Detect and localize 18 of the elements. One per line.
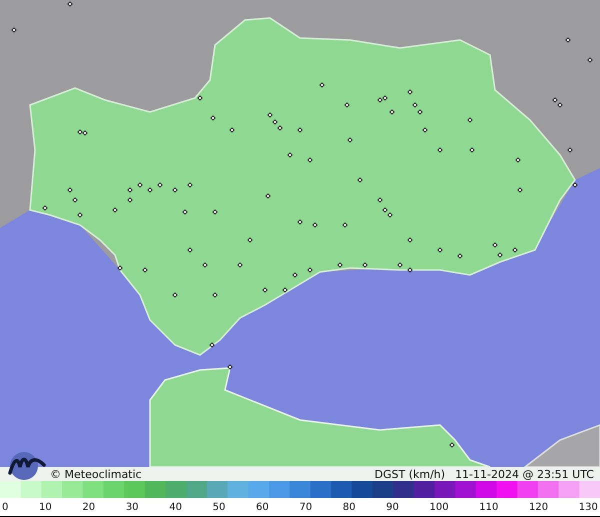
scale-tick-label: 110 (479, 502, 498, 512)
variable-label: DGST (km/h) (374, 468, 446, 480)
logo-icon (6, 449, 48, 481)
scale-tick-label: 60 (256, 502, 269, 512)
scale-tick-label: 10 (39, 502, 52, 512)
scale-tick-label: 20 (82, 502, 96, 512)
scale-tick-label: 0 (2, 502, 8, 512)
scale-tick-label: 100 (430, 502, 449, 512)
timestamp: 11-11-2024 @ 23:51 UTC (455, 468, 594, 480)
scale-tick-label: 130 (578, 502, 598, 512)
scale-tick-label: 90 (386, 502, 399, 512)
scale-tick-label: 30 (126, 502, 139, 512)
scale-tick-label: 70 (299, 502, 312, 512)
scale-tick-label: 40 (169, 502, 182, 512)
scale-tick-label: 80 (342, 502, 356, 512)
scale-tick-label: 50 (212, 502, 226, 512)
scale-tick-label: 120 (529, 502, 548, 512)
copyright-credit: © Meteoclimatic (50, 468, 142, 480)
